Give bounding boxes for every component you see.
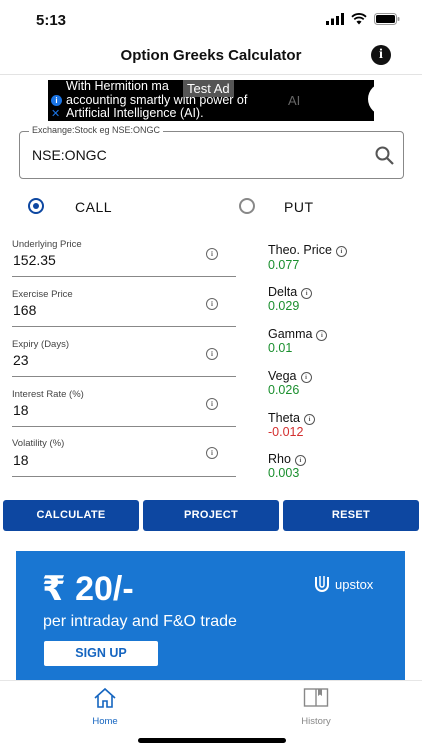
page-title: Option Greeks Calculator <box>120 47 302 64</box>
expiry-days-input[interactable]: 23 <box>13 352 29 368</box>
info-icon[interactable]: i <box>371 45 391 65</box>
rho-label-text: Rho <box>268 452 291 466</box>
delta-label-text: Delta <box>268 285 298 299</box>
signal-icon <box>326 13 344 25</box>
tab-history-label: History <box>301 716 331 727</box>
vega-label: Vega i <box>268 369 312 383</box>
tab-history[interactable]: History <box>291 687 341 727</box>
gamma-value: 0.01 <box>268 341 293 355</box>
gamma-info-icon[interactable]: i <box>316 330 328 341</box>
volatility-label: Volatility (%) <box>12 438 65 449</box>
search-icon[interactable] <box>375 146 394 165</box>
underlying-price-underline <box>12 276 236 277</box>
volatility-underline <box>12 476 236 477</box>
exercise-price-input[interactable]: 168 <box>13 302 36 318</box>
put-label[interactable]: PUT <box>284 199 314 215</box>
underlying-price-info-icon[interactable]: i <box>206 248 218 260</box>
delta-label: Delta i <box>268 285 313 299</box>
app-header: Option Greeks Calculator i <box>0 40 422 75</box>
expiry-days-info-icon[interactable]: i <box>206 348 218 360</box>
interest-rate-info-icon[interactable]: i <box>206 398 218 410</box>
tab-home-label: Home <box>92 716 118 727</box>
calculate-button[interactable]: CALCULATE <box>3 500 139 531</box>
volatility-info-icon[interactable]: i <box>206 447 218 459</box>
upstox-brand-text: upstox <box>335 576 374 592</box>
call-label[interactable]: CALL <box>75 199 112 215</box>
upstox-logo: upstox <box>313 574 373 594</box>
underlying-price-input[interactable]: 152.35 <box>13 252 56 268</box>
delta-info-icon[interactable]: i <box>301 288 313 299</box>
call-radio[interactable] <box>28 198 44 214</box>
banner-price: ₹ 20/- <box>42 570 134 608</box>
reset-button[interactable]: RESET <box>283 500 419 531</box>
theo-price-label-text: Theo. Price <box>268 243 332 257</box>
rho-value: 0.003 <box>268 466 300 480</box>
ad-info-icon[interactable]: i <box>51 95 62 106</box>
sign-up-button[interactable]: SIGN UP <box>44 641 158 666</box>
wifi-icon <box>351 13 367 25</box>
rho-info-icon[interactable]: i <box>294 455 306 466</box>
exercise-price-label: Exercise Price <box>12 289 73 300</box>
interest-rate-underline <box>12 426 236 427</box>
vega-value: 0.026 <box>268 383 300 397</box>
ad-badge: Test Ad <box>183 80 234 97</box>
banner-subtitle: per intraday and F&O trade <box>43 613 237 630</box>
exercise-price-underline <box>12 326 236 327</box>
interest-rate-input[interactable]: 18 <box>13 402 29 418</box>
vega-info-icon[interactable]: i <box>300 372 312 383</box>
expiry-days-underline <box>12 376 236 377</box>
volatility-input[interactable]: 18 <box>13 452 29 468</box>
status-time: 5:13 <box>36 12 67 29</box>
exercise-price-info-icon[interactable]: i <box>206 298 218 310</box>
battery-icon <box>374 13 400 25</box>
ad-close-icon[interactable]: ✕ <box>51 107 60 120</box>
ad-line-3: Artificial Intelligence (AI). <box>66 106 204 120</box>
home-indicator <box>138 738 286 743</box>
vega-label-text: Vega <box>268 369 297 383</box>
gamma-label-text: Gamma <box>268 327 313 341</box>
put-radio[interactable] <box>239 198 255 214</box>
status-icons <box>326 13 400 25</box>
promo-banner[interactable]: ₹ 20/- per intraday and F&O trade SIGN U… <box>16 551 405 680</box>
theta-label-text: Theta <box>268 411 300 425</box>
interest-rate-label: Interest Rate (%) <box>12 389 84 400</box>
theta-label: Theta i <box>268 411 315 425</box>
ad-banner[interactable]: With Hermition ma accounting smartly wit… <box>48 80 374 121</box>
upstox-logo-icon <box>315 576 329 592</box>
ad-ai-text: AI <box>288 93 301 108</box>
history-book-icon <box>303 688 329 707</box>
search-label: Exchange:Stock eg NSE:ONGC <box>29 125 164 135</box>
delta-value: 0.029 <box>268 299 300 313</box>
ad-arrow-button[interactable] <box>368 83 374 115</box>
search-input[interactable]: NSE:ONGC <box>32 147 107 163</box>
gamma-label: Gamma i <box>268 327 328 341</box>
theo-price-label: Theo. Price i <box>268 243 347 257</box>
arrow-right-icon <box>368 83 374 115</box>
theta-value: -0.012 <box>268 425 304 439</box>
expiry-days-label: Expiry (Days) <box>12 339 70 350</box>
theo-price-info-icon[interactable]: i <box>335 246 347 257</box>
theo-price-value: 0.077 <box>268 258 300 272</box>
status-bar: 5:13 <box>0 0 422 40</box>
tab-home[interactable]: Home <box>85 687 125 727</box>
underlying-price-label: Underlying Price <box>12 239 82 250</box>
project-button[interactable]: PROJECT <box>143 500 279 531</box>
home-icon <box>94 687 116 708</box>
theta-info-icon[interactable]: i <box>303 414 315 425</box>
rho-label: Rho i <box>268 452 306 466</box>
